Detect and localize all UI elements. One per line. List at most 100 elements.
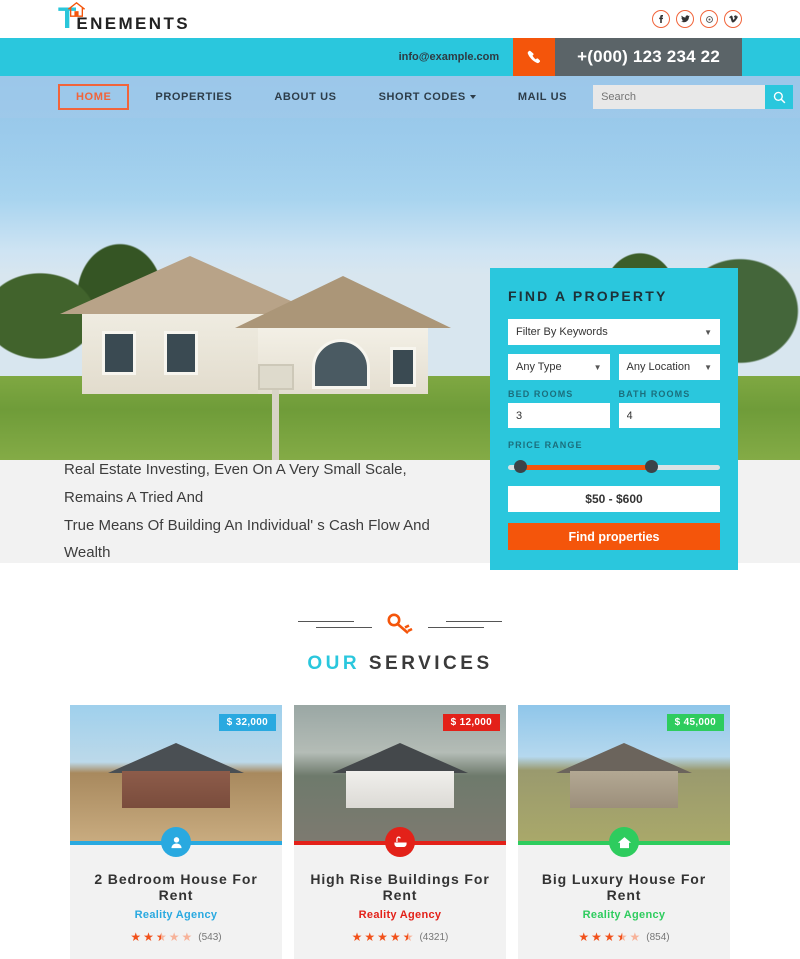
star-icon: ★ <box>143 930 154 944</box>
for-sale-sign <box>258 364 294 390</box>
user-icon[interactable] <box>161 827 191 857</box>
find-property-panel: FIND A PROPERTY Filter By Keywords ▼ Any… <box>490 268 738 570</box>
rating: ★ ★ ★ ★ ★ (4321) <box>304 931 496 943</box>
property-card[interactable]: $ 45,000 Big Luxury House For Rent Reali… <box>518 705 730 959</box>
search-icon <box>773 91 785 103</box>
property-image: $ 32,000 <box>70 705 282 841</box>
card-body: 2 Bedroom House For Rent Reality Agency … <box>70 845 282 959</box>
nav-item-about-us[interactable]: ABOUT US <box>258 84 352 110</box>
nav-item-short-codes-label: SHORT CODES <box>378 91 466 103</box>
bathrooms-label: BATH ROOMS <box>618 389 691 399</box>
house-photo-shape <box>556 743 693 809</box>
price-badge: $ 32,000 <box>218 714 276 731</box>
property-title[interactable]: High Rise Buildings For Rent <box>304 871 496 903</box>
price-range-slider[interactable] <box>508 460 720 474</box>
card-body: High Rise Buildings For Rent Reality Age… <box>294 845 506 959</box>
location-select-value: Any Location <box>626 361 691 373</box>
star-icon: ★ <box>364 930 376 944</box>
find-properties-button[interactable]: Find properties <box>508 523 720 550</box>
section-divider <box>0 613 800 635</box>
slider-fill <box>517 465 652 470</box>
price-badge: $ 45,000 <box>666 714 724 731</box>
home-icon[interactable] <box>609 827 639 857</box>
rooms-inputs <box>508 403 720 428</box>
property-agency[interactable]: Reality Agency <box>80 909 272 921</box>
star-empty-icon: ★ <box>629 930 641 944</box>
bedrooms-label: BED ROOMS <box>508 389 574 399</box>
contact-phone[interactable]: +(000) 123 234 22 <box>555 38 742 76</box>
slider-handle-min[interactable] <box>514 460 527 473</box>
google-plus-icon[interactable] <box>700 10 718 28</box>
main-navigation: HOME PROPERTIES ABOUT US SHORT CODES MAI… <box>0 76 800 118</box>
property-title[interactable]: Big Luxury House For Rent <box>528 871 720 903</box>
property-card[interactable]: $ 12,000 High Rise Buildings For Rent Re… <box>294 705 506 959</box>
review-count: (543) <box>198 931 222 943</box>
social-links <box>652 10 742 28</box>
price-range-label: PRICE RANGE <box>508 440 583 450</box>
top-bar: T ENEMENTS <box>0 0 800 38</box>
star-icon: ★ <box>578 930 590 944</box>
type-select[interactable]: Any Type ▼ <box>508 354 610 380</box>
type-location-row: Any Type ▼ Any Location ▼ <box>508 354 720 380</box>
contact-email[interactable]: info@example.com <box>399 38 514 76</box>
review-count: (854) <box>646 931 670 943</box>
contact-bar: info@example.com +(000) 123 234 22 <box>0 38 800 76</box>
rooms-labels: BED ROOMS BATH ROOMS <box>508 389 720 399</box>
twitter-icon[interactable] <box>676 10 694 28</box>
star-icon: ★ <box>591 930 602 944</box>
search-box <box>593 85 794 109</box>
tagline-text: Real Estate Investing, Even On A Very Sm… <box>64 456 444 567</box>
phone-icon <box>513 38 556 76</box>
slider-handle-max[interactable] <box>645 460 658 473</box>
site-logo[interactable]: T ENEMENTS <box>58 2 190 34</box>
nav-item-home[interactable]: HOME <box>58 84 130 110</box>
property-cards: $ 32,000 2 Bedroom House For Rent Realit… <box>0 705 800 959</box>
section-title-part2: SERVICES <box>368 653 493 674</box>
bedrooms-input[interactable] <box>508 403 610 428</box>
keywords-select-value: Filter By Keywords <box>516 326 608 338</box>
rating: ★ ★ ★ ★ ★ (854) <box>528 931 720 943</box>
search-button[interactable] <box>765 85 794 109</box>
house-logo-icon <box>68 2 85 17</box>
chevron-down-icon <box>469 95 476 100</box>
services-section: OUR SERVICES $ 32,000 2 Bedroom House Fo… <box>0 563 800 959</box>
house-photo-shape <box>332 743 469 809</box>
vimeo-icon[interactable] <box>724 10 742 28</box>
nav-links: HOME PROPERTIES ABOUT US SHORT CODES MAI… <box>58 84 593 110</box>
type-select-value: Any Type <box>516 361 562 373</box>
nav-item-mail-us[interactable]: MAIL US <box>502 84 583 110</box>
star-empty-icon: ★ <box>181 930 193 944</box>
nav-item-properties[interactable]: PROPERTIES <box>139 84 248 110</box>
chevron-down-icon: ▼ <box>593 362 602 372</box>
location-select[interactable]: Any Location ▼ <box>618 354 720 380</box>
chevron-down-icon: ▼ <box>704 327 712 337</box>
divider-lines-left <box>298 620 372 628</box>
star-icon: ★ <box>130 930 142 944</box>
rating: ★ ★ ★ ★ ★ (543) <box>80 931 272 943</box>
star-empty-icon: ★ <box>168 930 180 944</box>
price-badge: $ 12,000 <box>442 714 500 731</box>
chevron-down-icon: ▼ <box>704 362 712 372</box>
nav-item-short-codes[interactable]: SHORT CODES <box>363 84 492 110</box>
property-agency[interactable]: Reality Agency <box>528 909 720 921</box>
divider-lines-right <box>428 620 502 628</box>
facebook-icon[interactable] <box>652 10 670 28</box>
star-half-icon: ★ <box>403 931 414 943</box>
star-icon: ★ <box>389 930 401 944</box>
card-body: Big Luxury House For Rent Reality Agency… <box>518 845 730 959</box>
section-title-part1: OUR <box>307 653 361 674</box>
bathrooms-input[interactable] <box>618 403 720 428</box>
star-icon: ★ <box>377 930 388 944</box>
price-range-value: $50 - $600 <box>508 486 720 512</box>
keywords-select[interactable]: Filter By Keywords ▼ <box>508 319 720 345</box>
property-title[interactable]: 2 Bedroom House For Rent <box>80 871 272 903</box>
star-icon: ★ <box>603 930 615 944</box>
search-input[interactable] <box>593 85 766 109</box>
star-half-icon: ★ <box>156 931 167 943</box>
tagline-line-1: Real Estate Investing, Even On A Very Sm… <box>64 461 407 506</box>
property-agency[interactable]: Reality Agency <box>304 909 496 921</box>
key-icon <box>387 613 413 634</box>
property-image: $ 45,000 <box>518 705 730 841</box>
bathtub-icon[interactable] <box>385 827 415 857</box>
property-card[interactable]: $ 32,000 2 Bedroom House For Rent Realit… <box>70 705 282 959</box>
